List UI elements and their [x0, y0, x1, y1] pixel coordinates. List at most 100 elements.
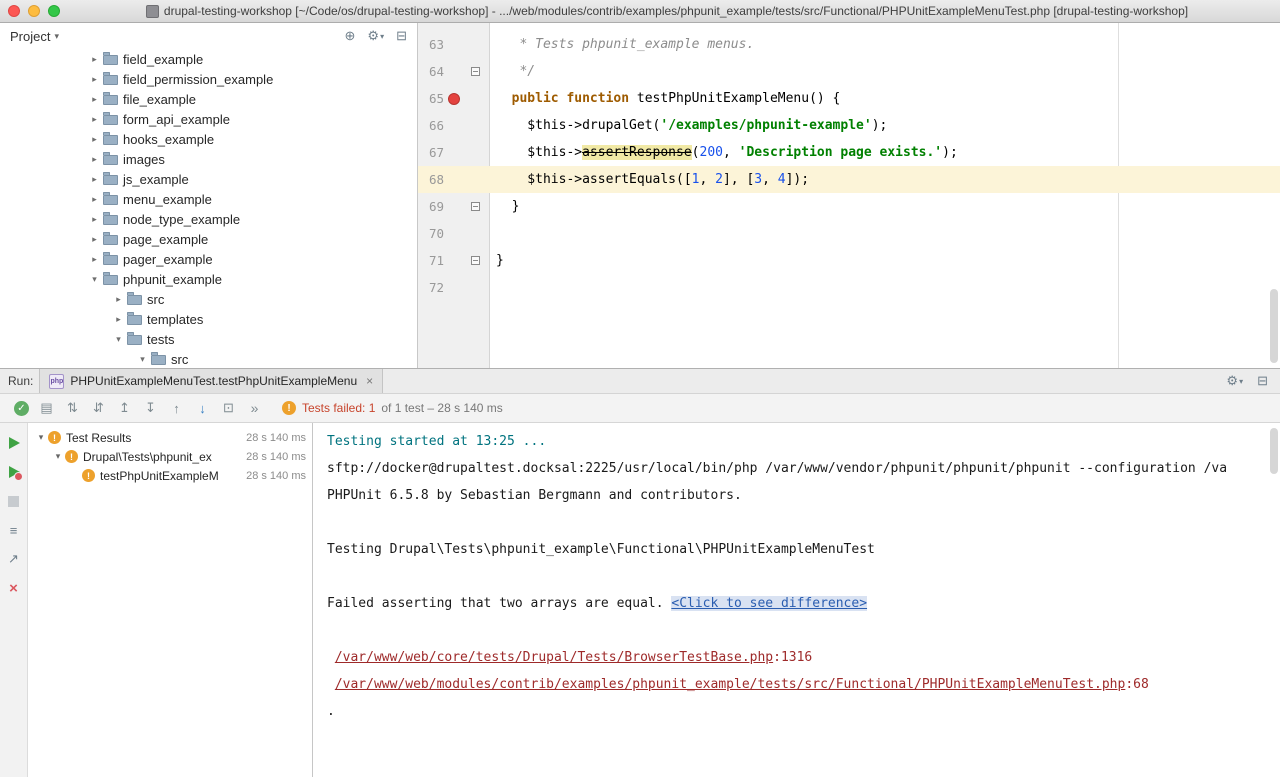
chevron-right-icon[interactable]: ▸ [88, 174, 101, 185]
chevron-down-icon[interactable]: ▾ [88, 274, 101, 285]
chevron-down-icon[interactable]: ▾ [34, 432, 48, 443]
more-actions-icon[interactable]: » [246, 400, 263, 417]
line-number[interactable]: 65 [418, 85, 444, 112]
project-tree-item[interactable]: ▸menu_example [0, 189, 417, 209]
run-tab[interactable]: php PHPUnitExampleMenuTest.testPhpUnitEx… [39, 369, 383, 393]
test-console[interactable]: Testing started at 13:25 ...sftp://docke… [313, 423, 1280, 777]
project-tree-item[interactable]: ▸js_example [0, 169, 417, 189]
code-editor[interactable]: 63 * Tests phpunit_example menus.64 */65… [418, 23, 1280, 368]
code-line[interactable]: 72 [418, 274, 1280, 301]
fold-marker-icon[interactable] [471, 67, 480, 76]
project-tree-item[interactable]: ▸page_example [0, 229, 417, 249]
chevron-right-icon[interactable]: ▸ [112, 314, 125, 325]
chevron-right-icon[interactable]: ▸ [112, 294, 125, 305]
line-number[interactable]: 71 [418, 247, 444, 274]
zoom-window-button[interactable] [48, 5, 60, 17]
project-tree-item[interactable]: ▾src [0, 349, 417, 368]
line-number[interactable]: 64 [418, 58, 444, 85]
chevron-right-icon[interactable]: ▸ [88, 54, 101, 65]
test-failed-gutter-icon[interactable] [448, 93, 460, 105]
chevron-right-icon[interactable]: ▸ [88, 154, 101, 165]
hide-panel-icon[interactable]: ⊟ [396, 28, 407, 44]
project-panel-title[interactable]: Project ▾ [10, 29, 59, 44]
close-window-button[interactable] [8, 5, 20, 17]
chevron-right-icon[interactable]: ▸ [88, 234, 101, 245]
test-tree-item[interactable]: !testPhpUnitExampleM28 s 140 ms [28, 466, 312, 485]
line-number[interactable]: 72 [418, 274, 444, 301]
chevron-right-icon[interactable]: ▸ [88, 254, 101, 265]
line-number[interactable]: 66 [418, 112, 444, 139]
fold-marker-icon[interactable] [471, 202, 480, 211]
project-tree-item[interactable]: ▸field_example [0, 49, 417, 69]
code-line[interactable]: 65 public function testPhpUnitExampleMen… [418, 85, 1280, 112]
folder-icon [103, 55, 118, 65]
project-tree-item[interactable]: ▸form_api_example [0, 109, 417, 129]
code-line[interactable]: 70 [418, 220, 1280, 247]
chevron-right-icon[interactable]: ▸ [88, 114, 101, 125]
gear-icon[interactable]: ⚙ ▾ [367, 28, 384, 44]
show-passed-icon[interactable]: ✓ [14, 401, 29, 416]
project-tree-item[interactable]: ▸file_example [0, 89, 417, 109]
project-tree-item[interactable]: ▸images [0, 149, 417, 169]
console-scrollbar[interactable] [1270, 428, 1278, 474]
expand-all-icon[interactable]: ↥ [116, 400, 133, 417]
chevron-down-icon[interactable]: ▾ [112, 334, 125, 345]
next-failed-test-icon[interactable]: ↓ [194, 400, 211, 417]
test-history-icon[interactable]: ⊡ [220, 400, 237, 417]
line-number[interactable]: 67 [418, 139, 444, 166]
line-number[interactable]: 70 [418, 220, 444, 247]
export-test-results-button[interactable]: ↗ [6, 551, 22, 567]
gear-icon[interactable]: ⚙ ▾ [1226, 373, 1243, 389]
code-line[interactable]: 68 $this->assertEquals([1, 2], [3, 4]); [418, 166, 1280, 193]
chevron-right-icon[interactable]: ▸ [88, 134, 101, 145]
gutter-fold-area [464, 220, 486, 247]
project-tree-item[interactable]: ▸hooks_example [0, 129, 417, 149]
previous-failed-test-icon[interactable]: ↑ [168, 400, 185, 417]
code-line[interactable]: 64 */ [418, 58, 1280, 85]
scroll-from-source-icon[interactable]: ⊕ [345, 28, 356, 44]
project-panel-header: Project ▾ ⊕ ⚙ ▾ ⊟ [0, 23, 417, 49]
project-tree-item[interactable]: ▾phpunit_example [0, 269, 417, 289]
line-number[interactable]: 68 [418, 166, 444, 193]
project-tree-item[interactable]: ▸field_permission_example [0, 69, 417, 89]
console-link[interactable]: <Click to see difference> [671, 596, 867, 611]
project-tree-item[interactable]: ▾tests [0, 329, 417, 349]
chevron-down-icon[interactable]: ▾ [51, 451, 65, 462]
code-line[interactable]: 63 * Tests phpunit_example menus. [418, 31, 1280, 58]
code-line[interactable]: 69 } [418, 193, 1280, 220]
console-link[interactable]: /var/www/web/modules/contrib/examples/ph… [335, 677, 1126, 692]
close-tab-icon[interactable]: × [366, 374, 373, 388]
editor-scrollbar[interactable] [1270, 289, 1278, 363]
close-button[interactable]: × [6, 580, 22, 596]
chevron-right-icon[interactable]: ▸ [88, 194, 101, 205]
window-title-area: drupal-testing-workshop [~/Code/os/drupa… [64, 0, 1270, 22]
restore-layout-button[interactable]: ≡ [6, 522, 22, 538]
chevron-down-icon[interactable]: ▾ [136, 354, 149, 365]
stop-button[interactable] [6, 493, 22, 509]
chevron-right-icon[interactable]: ▸ [88, 214, 101, 225]
project-tree-item[interactable]: ▸src [0, 289, 417, 309]
code-line[interactable]: 67 $this->assertResponse(200, 'Descripti… [418, 139, 1280, 166]
sort-by-duration-icon[interactable]: ⇅ [64, 400, 81, 417]
fold-marker-icon[interactable] [471, 256, 480, 265]
minimize-window-button[interactable] [28, 5, 40, 17]
show-console-icon[interactable]: ▤ [38, 400, 55, 417]
console-link[interactable]: /var/www/web/core/tests/Drupal/Tests/Bro… [335, 650, 773, 665]
line-number[interactable]: 63 [418, 31, 444, 58]
project-tree-item[interactable]: ▸node_type_example [0, 209, 417, 229]
chevron-right-icon[interactable]: ▸ [88, 94, 101, 105]
rerun-button[interactable] [6, 435, 22, 451]
code-line[interactable]: 66 $this->drupalGet('/examples/phpunit-e… [418, 112, 1280, 139]
hide-panel-icon[interactable]: ⊟ [1257, 373, 1268, 389]
gutter-icon-area [444, 58, 464, 85]
line-number[interactable]: 69 [418, 193, 444, 220]
chevron-right-icon[interactable]: ▸ [88, 74, 101, 85]
project-tree-item[interactable]: ▸templates [0, 309, 417, 329]
rerun-failed-tests-button[interactable] [6, 464, 22, 480]
sort-alphabetically-icon[interactable]: ⇵ [90, 400, 107, 417]
project-tree-item[interactable]: ▸pager_example [0, 249, 417, 269]
code-line[interactable]: 71} [418, 247, 1280, 274]
collapse-all-icon[interactable]: ↧ [142, 400, 159, 417]
test-tree-item[interactable]: ▾!Test Results28 s 140 ms [28, 428, 312, 447]
test-tree-item[interactable]: ▾!Drupal\Tests\phpunit_ex28 s 140 ms [28, 447, 312, 466]
